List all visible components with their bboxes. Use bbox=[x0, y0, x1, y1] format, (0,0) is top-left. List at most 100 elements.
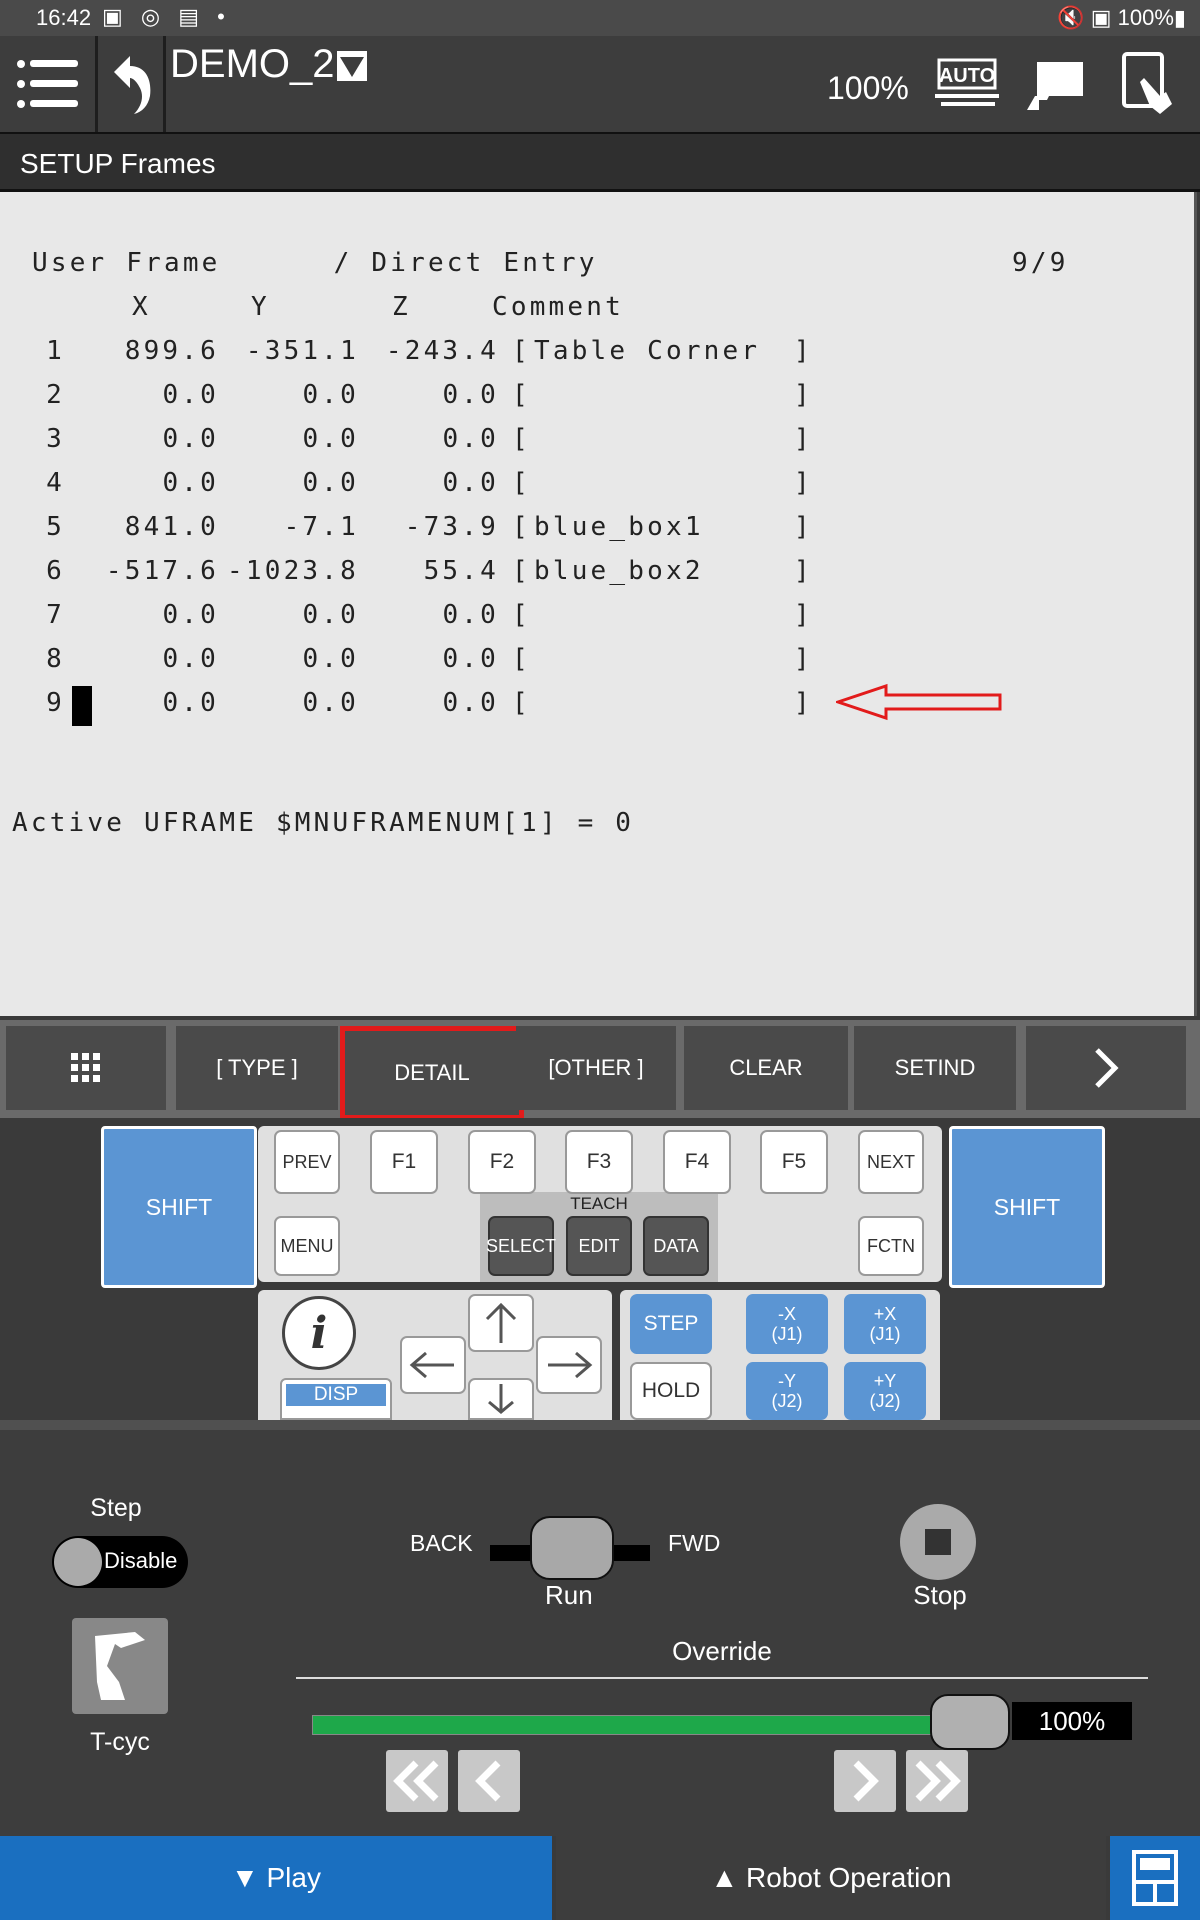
double-chevron-right-icon bbox=[915, 1760, 961, 1802]
jog-minus-y-key[interactable]: -Y (J2) bbox=[746, 1362, 828, 1420]
hold-key[interactable]: HOLD bbox=[630, 1362, 712, 1420]
comment-bracket-close: ] bbox=[794, 336, 813, 366]
frame-z-value[interactable]: 0.0 bbox=[442, 424, 499, 454]
left-arrow-key[interactable] bbox=[400, 1336, 466, 1394]
step-toggle-knob bbox=[54, 1538, 102, 1586]
f3-key[interactable]: F3 bbox=[565, 1130, 633, 1194]
display-toggle-button[interactable] bbox=[1110, 1836, 1200, 1920]
frame-z-value[interactable]: -73.9 bbox=[405, 512, 499, 542]
robot-operation-tab[interactable]: ▲ Robot Operation bbox=[556, 1836, 1106, 1920]
jog-plus-x-label: +X bbox=[873, 1304, 897, 1324]
f1-key[interactable]: F1 bbox=[370, 1130, 438, 1194]
down-arrow-key[interactable] bbox=[468, 1378, 534, 1420]
data-key[interactable]: DATA bbox=[643, 1216, 709, 1276]
jog-plus-x-key[interactable]: +X (J1) bbox=[844, 1294, 926, 1354]
prev-key[interactable]: PREV bbox=[274, 1130, 340, 1194]
fkey-menu[interactable] bbox=[6, 1026, 166, 1110]
auto-icon: AUTO bbox=[935, 58, 999, 106]
frame-y-value[interactable]: 0.0 bbox=[302, 644, 359, 674]
frame-y-value[interactable]: -7.1 bbox=[284, 512, 359, 542]
shift-left-button[interactable]: SHIFT bbox=[101, 1126, 257, 1288]
fkey-2[interactable]: DETAIL bbox=[340, 1026, 524, 1120]
frame-z-value[interactable]: 0.0 bbox=[442, 600, 499, 630]
edit-key[interactable]: EDIT bbox=[566, 1216, 632, 1276]
fwd-label: FWD bbox=[668, 1530, 721, 1556]
frame-x-value[interactable]: 899.6 bbox=[125, 336, 219, 366]
step-toggle[interactable]: Disable bbox=[52, 1536, 188, 1588]
chevron-right-small-icon bbox=[853, 1760, 879, 1802]
auto-mode-button[interactable]: AUTO bbox=[930, 36, 1006, 132]
stop-button[interactable] bbox=[900, 1504, 976, 1580]
fkey-5[interactable]: SETIND bbox=[854, 1026, 1016, 1110]
up-arrow-key[interactable] bbox=[468, 1294, 534, 1352]
speed-override-display[interactable]: 100% bbox=[827, 70, 909, 107]
main-menu-button[interactable] bbox=[0, 36, 96, 132]
frame-z-value[interactable]: 55.4 bbox=[424, 556, 499, 586]
frame-z-value[interactable]: 0.0 bbox=[442, 644, 499, 674]
frame-x-value[interactable]: 841.0 bbox=[125, 512, 219, 542]
fkey-1[interactable]: [ TYPE ] bbox=[176, 1026, 338, 1110]
menu-key[interactable]: MENU bbox=[274, 1216, 340, 1276]
frame-z-value[interactable]: 0.0 bbox=[442, 468, 499, 498]
run-slider-knob[interactable] bbox=[530, 1516, 614, 1580]
step-forward-button[interactable] bbox=[834, 1750, 896, 1812]
frame-z-value[interactable]: -243.4 bbox=[386, 336, 499, 366]
fkey-4[interactable]: CLEAR bbox=[684, 1026, 848, 1110]
fkey-3[interactable]: [OTHER ] bbox=[516, 1026, 676, 1110]
skip-forward-button[interactable] bbox=[906, 1750, 968, 1812]
override-slider-track[interactable] bbox=[312, 1715, 1004, 1735]
shift-right-button[interactable]: SHIFT bbox=[949, 1126, 1105, 1288]
fctn-key[interactable]: FCTN bbox=[858, 1216, 924, 1276]
frame-z-value[interactable]: 0.0 bbox=[442, 380, 499, 410]
frame-x-value[interactable]: 0.0 bbox=[162, 424, 219, 454]
disp-key[interactable]: DISP bbox=[280, 1378, 392, 1420]
play-tab[interactable]: ▼ Play bbox=[0, 1836, 552, 1920]
frame-y-value[interactable]: 0.0 bbox=[302, 688, 359, 718]
frame-comment[interactable]: blue_box1 bbox=[534, 512, 704, 542]
info-key[interactable]: i bbox=[282, 1296, 356, 1370]
frame-y-value[interactable]: 0.0 bbox=[302, 424, 359, 454]
frame-comment[interactable]: Table Corner bbox=[534, 336, 760, 366]
frame-x-value[interactable]: 0.0 bbox=[162, 688, 219, 718]
override-slider-knob[interactable] bbox=[930, 1694, 1010, 1750]
program-selector[interactable]: DEMO_2 bbox=[170, 42, 367, 87]
robot-jog-button[interactable] bbox=[1020, 36, 1090, 132]
touch-panel-button[interactable] bbox=[1110, 36, 1186, 132]
step-key[interactable]: STEP bbox=[630, 1294, 712, 1354]
frame-comment[interactable]: blue_box2 bbox=[534, 556, 704, 586]
double-chevron-left-icon bbox=[393, 1760, 439, 1802]
jog-minus-x-key[interactable]: -X (J1) bbox=[746, 1294, 828, 1354]
frame-y-value[interactable]: 0.0 bbox=[302, 600, 359, 630]
next-key[interactable]: NEXT bbox=[858, 1130, 924, 1194]
frame-y-value[interactable]: 0.0 bbox=[302, 380, 359, 410]
frame-y-value[interactable]: -1023.8 bbox=[227, 556, 359, 586]
f2-key[interactable]: F2 bbox=[468, 1130, 536, 1194]
f4-key[interactable]: F4 bbox=[663, 1130, 731, 1194]
comment-bracket-open: [ bbox=[512, 644, 531, 674]
jog-plus-y-sub: (J2) bbox=[869, 1391, 901, 1411]
comment-bracket-close: ] bbox=[794, 424, 813, 454]
frame-x-value[interactable]: 0.0 bbox=[162, 468, 219, 498]
right-arrow-key[interactable] bbox=[536, 1336, 602, 1394]
frame-x-value[interactable]: 0.0 bbox=[162, 600, 219, 630]
jog-plus-y-key[interactable]: +Y (J2) bbox=[844, 1362, 926, 1420]
arrow-left-icon bbox=[409, 1351, 454, 1379]
override-slider-fill bbox=[313, 1716, 941, 1734]
skip-back-button[interactable] bbox=[386, 1750, 448, 1812]
frame-x-value[interactable]: 0.0 bbox=[162, 380, 219, 410]
fkey-next[interactable] bbox=[1026, 1026, 1186, 1110]
text-cursor bbox=[72, 686, 92, 726]
frame-x-value[interactable]: -517.6 bbox=[106, 556, 219, 586]
tcyc-button[interactable] bbox=[72, 1618, 168, 1714]
screen-title: SETUP Frames bbox=[0, 132, 1200, 192]
f5-key[interactable]: F5 bbox=[760, 1130, 828, 1194]
frame-x-value[interactable]: 0.0 bbox=[162, 644, 219, 674]
back-button[interactable] bbox=[98, 36, 164, 132]
select-key[interactable]: SELECT bbox=[486, 1216, 556, 1276]
step-back-button[interactable] bbox=[458, 1750, 520, 1812]
frame-y-value[interactable]: -351.1 bbox=[246, 336, 359, 366]
comment-bracket-open: [ bbox=[512, 336, 531, 366]
frame-z-value[interactable]: 0.0 bbox=[442, 688, 499, 718]
frame-y-value[interactable]: 0.0 bbox=[302, 468, 359, 498]
frame-number: 4 bbox=[46, 468, 65, 498]
